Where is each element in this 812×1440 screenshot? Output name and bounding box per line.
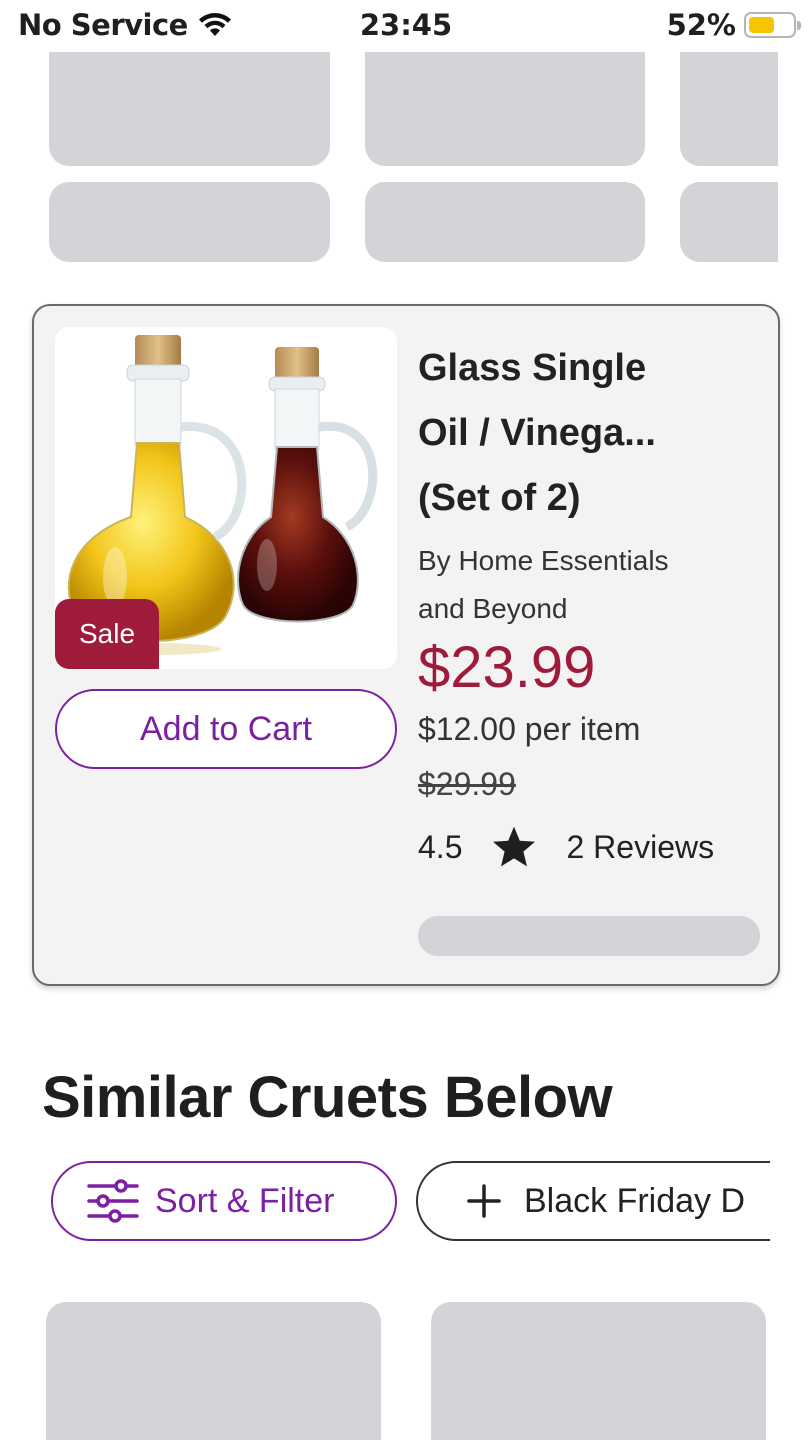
- brand-line: By Home Essentials: [418, 545, 669, 576]
- black-friday-chip[interactable]: Black Friday D: [416, 1161, 812, 1241]
- product-title-line: Glass Single: [418, 347, 647, 389]
- placeholder-tile: [49, 182, 330, 262]
- battery-percent: 52%: [666, 8, 736, 42]
- product-card[interactable]: Sale Add to Cart Glass Single Oil / Vine…: [32, 304, 780, 986]
- product-title[interactable]: Glass Single Oil / Vinega... (Set of 2): [418, 336, 768, 531]
- reviews-count: 2 Reviews: [566, 828, 715, 865]
- placeholder-bar: [418, 916, 760, 956]
- placeholder-tile: [49, 52, 330, 166]
- plus-icon: [467, 1184, 501, 1218]
- placeholder-tile: [680, 182, 778, 262]
- product-info: Glass Single Oil / Vinega... (Set of 2) …: [418, 336, 768, 871]
- battery-fill: [749, 17, 774, 33]
- original-price: $29.99: [418, 766, 516, 802]
- placeholder-tile: [431, 1302, 766, 1440]
- placeholder-tile: [46, 1302, 381, 1440]
- placeholder-tile: [365, 182, 645, 262]
- sale-badge: Sale: [55, 599, 159, 669]
- sliders-icon: [87, 1179, 139, 1223]
- section-title: Similar Cruets Below: [42, 1065, 613, 1130]
- placeholder-tile: [365, 52, 645, 166]
- product-title-line: Oil / Vinega...: [418, 412, 656, 454]
- black-friday-label: Black Friday D: [524, 1181, 746, 1220]
- rating-value: 4.5: [418, 828, 463, 865]
- placeholder-tile: [680, 52, 778, 166]
- status-right: 52%: [666, 8, 801, 42]
- sale-price: $23.99: [418, 635, 596, 700]
- status-bar: No Service 23:45 52%: [0, 0, 812, 52]
- per-item-price: $12.00 per item: [418, 711, 641, 747]
- scroll-edge-mask: [770, 1150, 812, 1250]
- product-brand: By Home Essentials and Beyond: [418, 537, 768, 633]
- sort-filter-button[interactable]: Sort & Filter: [51, 1161, 397, 1241]
- sort-filter-label: Sort & Filter: [155, 1181, 335, 1220]
- battery-icon: [744, 12, 801, 38]
- add-to-cart-button[interactable]: Add to Cart: [55, 689, 397, 769]
- star-icon: [493, 826, 536, 867]
- rating-row[interactable]: 4.5 2 Reviews: [418, 823, 768, 871]
- brand-line: and Beyond: [418, 593, 568, 624]
- product-title-line: (Set of 2): [418, 477, 581, 519]
